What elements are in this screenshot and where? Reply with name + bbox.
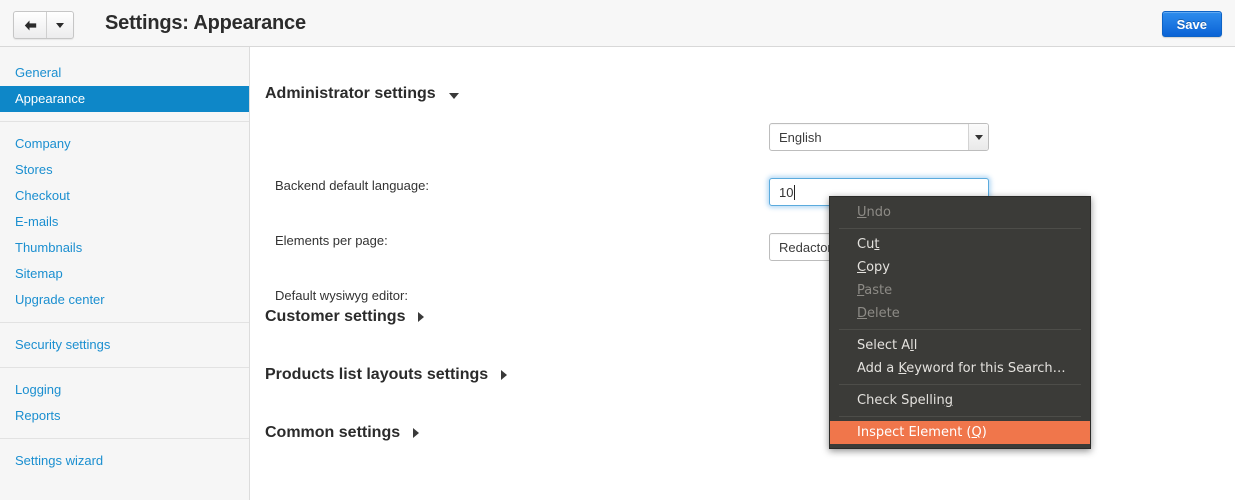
context-menu-item-select-all[interactable]: Select All (830, 334, 1090, 357)
sidebar-item-company[interactable]: Company (0, 131, 249, 157)
triangle-right-icon (418, 312, 425, 322)
context-menu-item-inspect-element[interactable]: Inspect Element (Q) (830, 421, 1090, 444)
sidebar-group: Settings wizard (0, 448, 249, 474)
browser-context-menu: Undo Cut Copy Paste Delete Select All Ad… (829, 196, 1091, 449)
section-header-common-settings[interactable]: Common settings (265, 424, 420, 442)
label-elements-per-page: Elements per page: (275, 233, 388, 248)
navigation-split-button[interactable] (13, 11, 74, 39)
context-menu-item-copy[interactable]: Copy (830, 256, 1090, 279)
sidebar-item-upgrade-center[interactable]: Upgrade center (0, 287, 249, 313)
sidebar-item-logging[interactable]: Logging (0, 377, 249, 403)
chevron-down-icon (968, 124, 988, 150)
sidebar-item-thumbnails[interactable]: Thumbnails (0, 235, 249, 261)
label-backend-default-language: Backend default language: (275, 178, 429, 193)
triangle-down-icon (448, 92, 459, 99)
triangle-right-icon (501, 370, 508, 380)
sidebar-group: Security settings (0, 332, 249, 358)
sidebar-group: General Appearance (0, 60, 249, 112)
context-menu-divider (839, 384, 1081, 385)
context-menu-item-cut[interactable]: Cut (830, 233, 1090, 256)
sidebar-group: Company Stores Checkout E-mails Thumbnai… (0, 131, 249, 313)
section-title: Administrator settings (265, 85, 436, 102)
sidebar-divider (0, 322, 249, 323)
section-header-products-list-layouts-settings[interactable]: Products list layouts settings (265, 366, 508, 384)
sidebar-item-checkout[interactable]: Checkout (0, 183, 249, 209)
triangle-right-icon (413, 428, 420, 438)
page-title: Settings: Appearance (105, 12, 306, 34)
text-caret (794, 184, 796, 200)
sidebar-item-reports[interactable]: Reports (0, 403, 249, 429)
sidebar-item-stores[interactable]: Stores (0, 157, 249, 183)
section-header-customer-settings[interactable]: Customer settings (265, 308, 425, 326)
section-title: Products list layouts settings (265, 366, 489, 383)
sidebar: General Appearance Company Stores Checko… (0, 47, 250, 500)
context-menu-item-paste: Paste (857, 283, 893, 298)
section-title: Customer settings (265, 308, 406, 325)
save-button[interactable]: Save (1161, 11, 1222, 37)
sidebar-item-appearance[interactable]: Appearance (0, 86, 249, 112)
backend-language-value: English (779, 129, 822, 145)
section-header-administrator-settings[interactable]: Administrator settings (265, 85, 459, 103)
top-bar: Settings: Appearance Save (0, 0, 1235, 47)
sidebar-divider (0, 438, 249, 439)
context-menu-item-check-spelling[interactable]: Check Spelling (830, 389, 1090, 412)
chevron-down-icon (56, 22, 64, 28)
elements-per-page-value: 10 (779, 184, 794, 200)
context-menu-divider (839, 228, 1081, 229)
sidebar-divider (0, 367, 249, 368)
history-dropdown-button[interactable] (47, 12, 73, 38)
sidebar-group: Logging Reports (0, 377, 249, 429)
sidebar-item-settings-wizard[interactable]: Settings wizard (0, 448, 249, 474)
context-menu-item-add-keyword[interactable]: Add a Keyword for this Search… (830, 357, 1090, 380)
label-default-wysiwyg-editor: Default wysiwyg editor: (275, 288, 408, 303)
context-menu-item-delete: Delete (857, 306, 900, 321)
sidebar-item-sitemap[interactable]: Sitemap (0, 261, 249, 287)
back-button[interactable] (14, 12, 47, 38)
arrow-left-icon (24, 20, 36, 30)
context-menu-divider (839, 416, 1081, 417)
backend-language-select[interactable]: English (769, 123, 989, 151)
context-menu-item-undo: Undo (857, 205, 891, 220)
sidebar-item-emails[interactable]: E-mails (0, 209, 249, 235)
sidebar-item-security-settings[interactable]: Security settings (0, 332, 249, 358)
sidebar-item-general[interactable]: General (0, 60, 249, 86)
context-menu-divider (839, 329, 1081, 330)
sidebar-divider (0, 121, 249, 122)
section-title: Common settings (265, 424, 401, 441)
context-menu-tail (830, 444, 1090, 448)
